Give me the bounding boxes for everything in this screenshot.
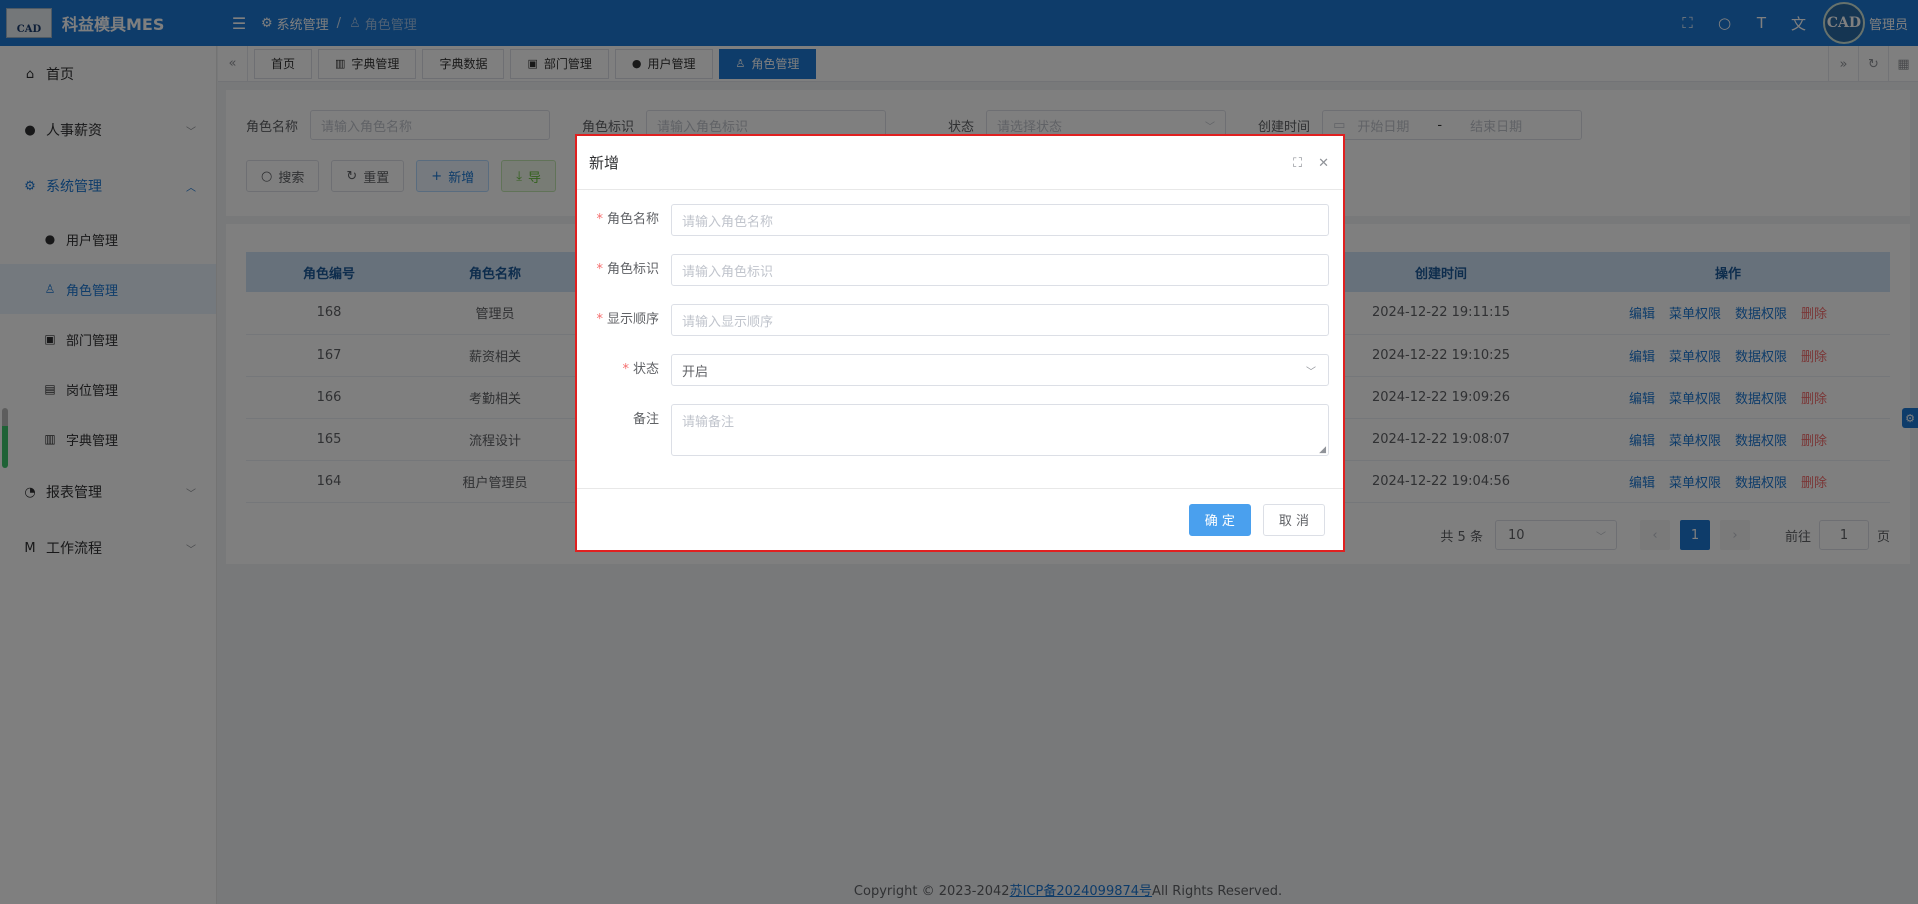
- form-row-role-name: * 角色名称 请输入角色名称: [591, 204, 1329, 236]
- dialog-footer: 确 定 取 消: [577, 488, 1343, 550]
- remark-textarea[interactable]: 请输备注 ◢: [671, 404, 1329, 456]
- role-name-field[interactable]: 请输入角色名称: [671, 204, 1329, 236]
- form-row-order: * 显示顺序 请输入显示顺序: [591, 304, 1329, 336]
- form-label: * 显示顺序: [591, 304, 671, 336]
- resize-handle-icon[interactable]: ◢: [1319, 445, 1326, 455]
- cancel-button[interactable]: 取 消: [1262, 503, 1325, 536]
- remark-placeholder: 请输备注: [682, 415, 735, 430]
- close-icon[interactable]: ✕: [1318, 156, 1329, 171]
- form-row-role-key: * 角色标识 请输入角色标识: [591, 254, 1329, 286]
- required-mark: *: [596, 312, 603, 327]
- role-key-field[interactable]: 请输入角色标识: [671, 254, 1329, 286]
- chevron-down-icon: ﹀: [1306, 366, 1316, 378]
- form-label: * 角色标识: [591, 254, 671, 286]
- required-mark: *: [596, 262, 603, 277]
- dialog-header: 新增 ⛶ ✕: [577, 136, 1343, 190]
- status-select-value: 开启: [682, 364, 709, 380]
- confirm-button[interactable]: 确 定: [1188, 503, 1251, 536]
- form-label-text: 状态: [632, 362, 659, 377]
- dialog-title: 新增: [589, 154, 620, 172]
- maximize-icon[interactable]: ⛶: [1293, 156, 1302, 171]
- form-label-text: 角色名称: [606, 212, 659, 227]
- dialog-body: * 角色名称 请输入角色名称 * 角色标识 请输入角色标识 * 显示顺序 请输入显示顺…: [577, 190, 1343, 456]
- form-label-text: 备注: [632, 412, 659, 427]
- form-label-text: 显示顺序: [606, 312, 659, 327]
- form-row-remark: 备注 请输备注 ◢: [591, 404, 1329, 456]
- form-row-status: * 状态 开启 ﹀: [591, 354, 1329, 386]
- required-mark: *: [622, 362, 629, 377]
- required-mark: *: [596, 212, 603, 227]
- form-label-text: 角色标识: [606, 262, 659, 277]
- form-label: * 状态: [591, 354, 671, 386]
- dialog-tools: ⛶ ✕: [1277, 136, 1329, 190]
- display-order-field[interactable]: 请输入显示顺序: [671, 304, 1329, 336]
- form-label: * 角色名称: [591, 204, 671, 236]
- add-role-dialog: 新增 ⛶ ✕ * 角色名称 请输入角色名称 * 角色标识 请输入角色标识 * 显示顺序…: [575, 134, 1345, 552]
- status-select[interactable]: 开启 ﹀: [671, 354, 1329, 386]
